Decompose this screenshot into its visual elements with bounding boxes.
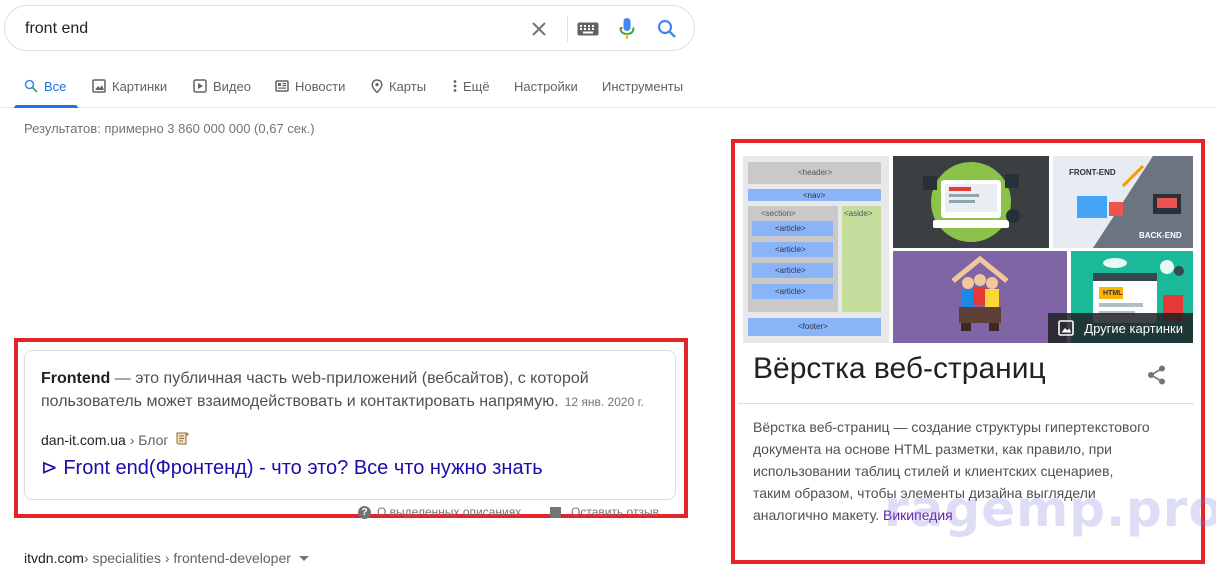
video-icon xyxy=(193,79,207,93)
panel-image-layout[interactable]: <header> <nav> <section> <aside> <articl… xyxy=(743,156,889,343)
feedback-link[interactable]: Оставить отзыв xyxy=(550,504,659,520)
snippet-site: dan-it.com.ua xyxy=(41,432,126,448)
tab-video[interactable]: Видео xyxy=(193,64,251,108)
tab-label: Карты xyxy=(389,78,427,94)
share-icon[interactable] xyxy=(1146,364,1168,386)
snippet-text: Frontend — это публичная часть web-прило… xyxy=(41,367,661,414)
news-icon xyxy=(275,80,289,92)
more-vert-icon xyxy=(453,80,457,92)
about-snippets-label: О выделенных описаниях xyxy=(377,505,522,519)
layout-footer-label: <footer> xyxy=(798,322,828,331)
scroll-icon xyxy=(176,432,189,445)
panel-divider xyxy=(738,403,1194,404)
panel-image-grid[interactable]: <header> <nav> <section> <aside> <articl… xyxy=(743,156,1193,343)
snippet-result-link[interactable]: ⊳ Front end(Фронтенд) - что это? Все что… xyxy=(41,455,543,480)
layout-section-label: <section> xyxy=(761,209,796,218)
search-icon[interactable] xyxy=(655,17,679,41)
result-breadcrumb: › specialities › frontend-developer xyxy=(83,550,291,566)
results-stats: Результатов: примерно 3 860 000 000 (0,6… xyxy=(24,121,315,136)
help-icon: ? xyxy=(358,505,371,519)
tab-more[interactable]: Ещё xyxy=(453,64,490,108)
search-bar[interactable] xyxy=(4,5,695,51)
snippet-body: — это публичная часть web-приложений (ве… xyxy=(41,370,589,410)
snippet-term: Frontend xyxy=(41,370,111,387)
search-divider xyxy=(567,16,568,42)
layout-aside-label: <aside> xyxy=(844,209,873,218)
map-pin-icon xyxy=(371,79,383,93)
tab-label: Инструменты xyxy=(602,78,684,94)
tab-maps[interactable]: Карты xyxy=(371,64,426,108)
about-snippets-link[interactable]: ? О выделенных описаниях xyxy=(358,504,521,520)
keyboard-icon[interactable] xyxy=(576,17,600,41)
tab-tools[interactable]: Инструменты xyxy=(602,64,683,108)
feedback-label: Оставить отзыв xyxy=(571,505,659,519)
layout-article-label: <article> xyxy=(775,245,806,254)
snippet-date: 12 янв. 2020 г. xyxy=(564,395,644,409)
tab-label: Картинки xyxy=(112,78,168,94)
active-tab-indicator xyxy=(14,105,78,108)
tab-all[interactable]: Все xyxy=(24,64,66,108)
tab-images[interactable]: Картинки xyxy=(92,64,167,108)
backend-label: BACK-END xyxy=(1139,231,1182,240)
featured-snippet: Frontend — это публичная часть web-прило… xyxy=(24,350,676,500)
html-label: HTML xyxy=(1103,290,1123,297)
frontend-label: FRONT-END xyxy=(1069,168,1116,177)
chevron-down-icon[interactable] xyxy=(298,555,309,561)
more-images-button[interactable]: Другие картинки xyxy=(1048,313,1193,343)
tab-label: Новости xyxy=(295,78,346,94)
image-icon xyxy=(1058,320,1075,336)
search-input[interactable] xyxy=(25,18,505,40)
mic-icon[interactable] xyxy=(615,17,639,41)
panel-title: Вёрстка веб-страниц xyxy=(753,352,1046,385)
layout-article-label: <article> xyxy=(775,224,806,233)
panel-image-developer[interactable] xyxy=(893,156,1049,248)
image-icon xyxy=(92,79,106,93)
layout-article-label: <article> xyxy=(775,266,806,275)
snippet-cite: dan-it.com.ua › Блог xyxy=(41,431,190,448)
next-result-cite[interactable]: itvdn.com › specialities › frontend-deve… xyxy=(24,550,309,566)
result-site: itvdn.com xyxy=(24,550,84,566)
more-images-label: Другие картинки xyxy=(1084,320,1183,336)
watermark: ragemp.pro xyxy=(884,480,1216,538)
panel-image-tech-mascots[interactable] xyxy=(893,251,1067,343)
tab-label: Ещё xyxy=(463,78,490,94)
close-icon[interactable] xyxy=(527,17,551,41)
snippet-breadcrumb: › Блог xyxy=(125,432,169,448)
search-icon xyxy=(24,79,38,93)
layout-article-label: <article> xyxy=(775,287,806,296)
search-tabs: Все Картинки Видео Новости Карты Ещё Нас… xyxy=(0,64,1216,108)
tab-label: Видео xyxy=(213,78,251,94)
tab-news[interactable]: Новости xyxy=(275,64,345,108)
feedback-icon xyxy=(550,506,561,518)
layout-nav-label: <nav> xyxy=(803,191,826,200)
tab-settings[interactable]: Настройки xyxy=(514,64,578,108)
panel-image-frontend-backend[interactable]: FRONT-END BACK-END xyxy=(1053,156,1193,248)
tab-label: Все xyxy=(44,78,67,94)
layout-header-label: <header> xyxy=(798,168,833,177)
tab-label: Настройки xyxy=(514,78,578,94)
